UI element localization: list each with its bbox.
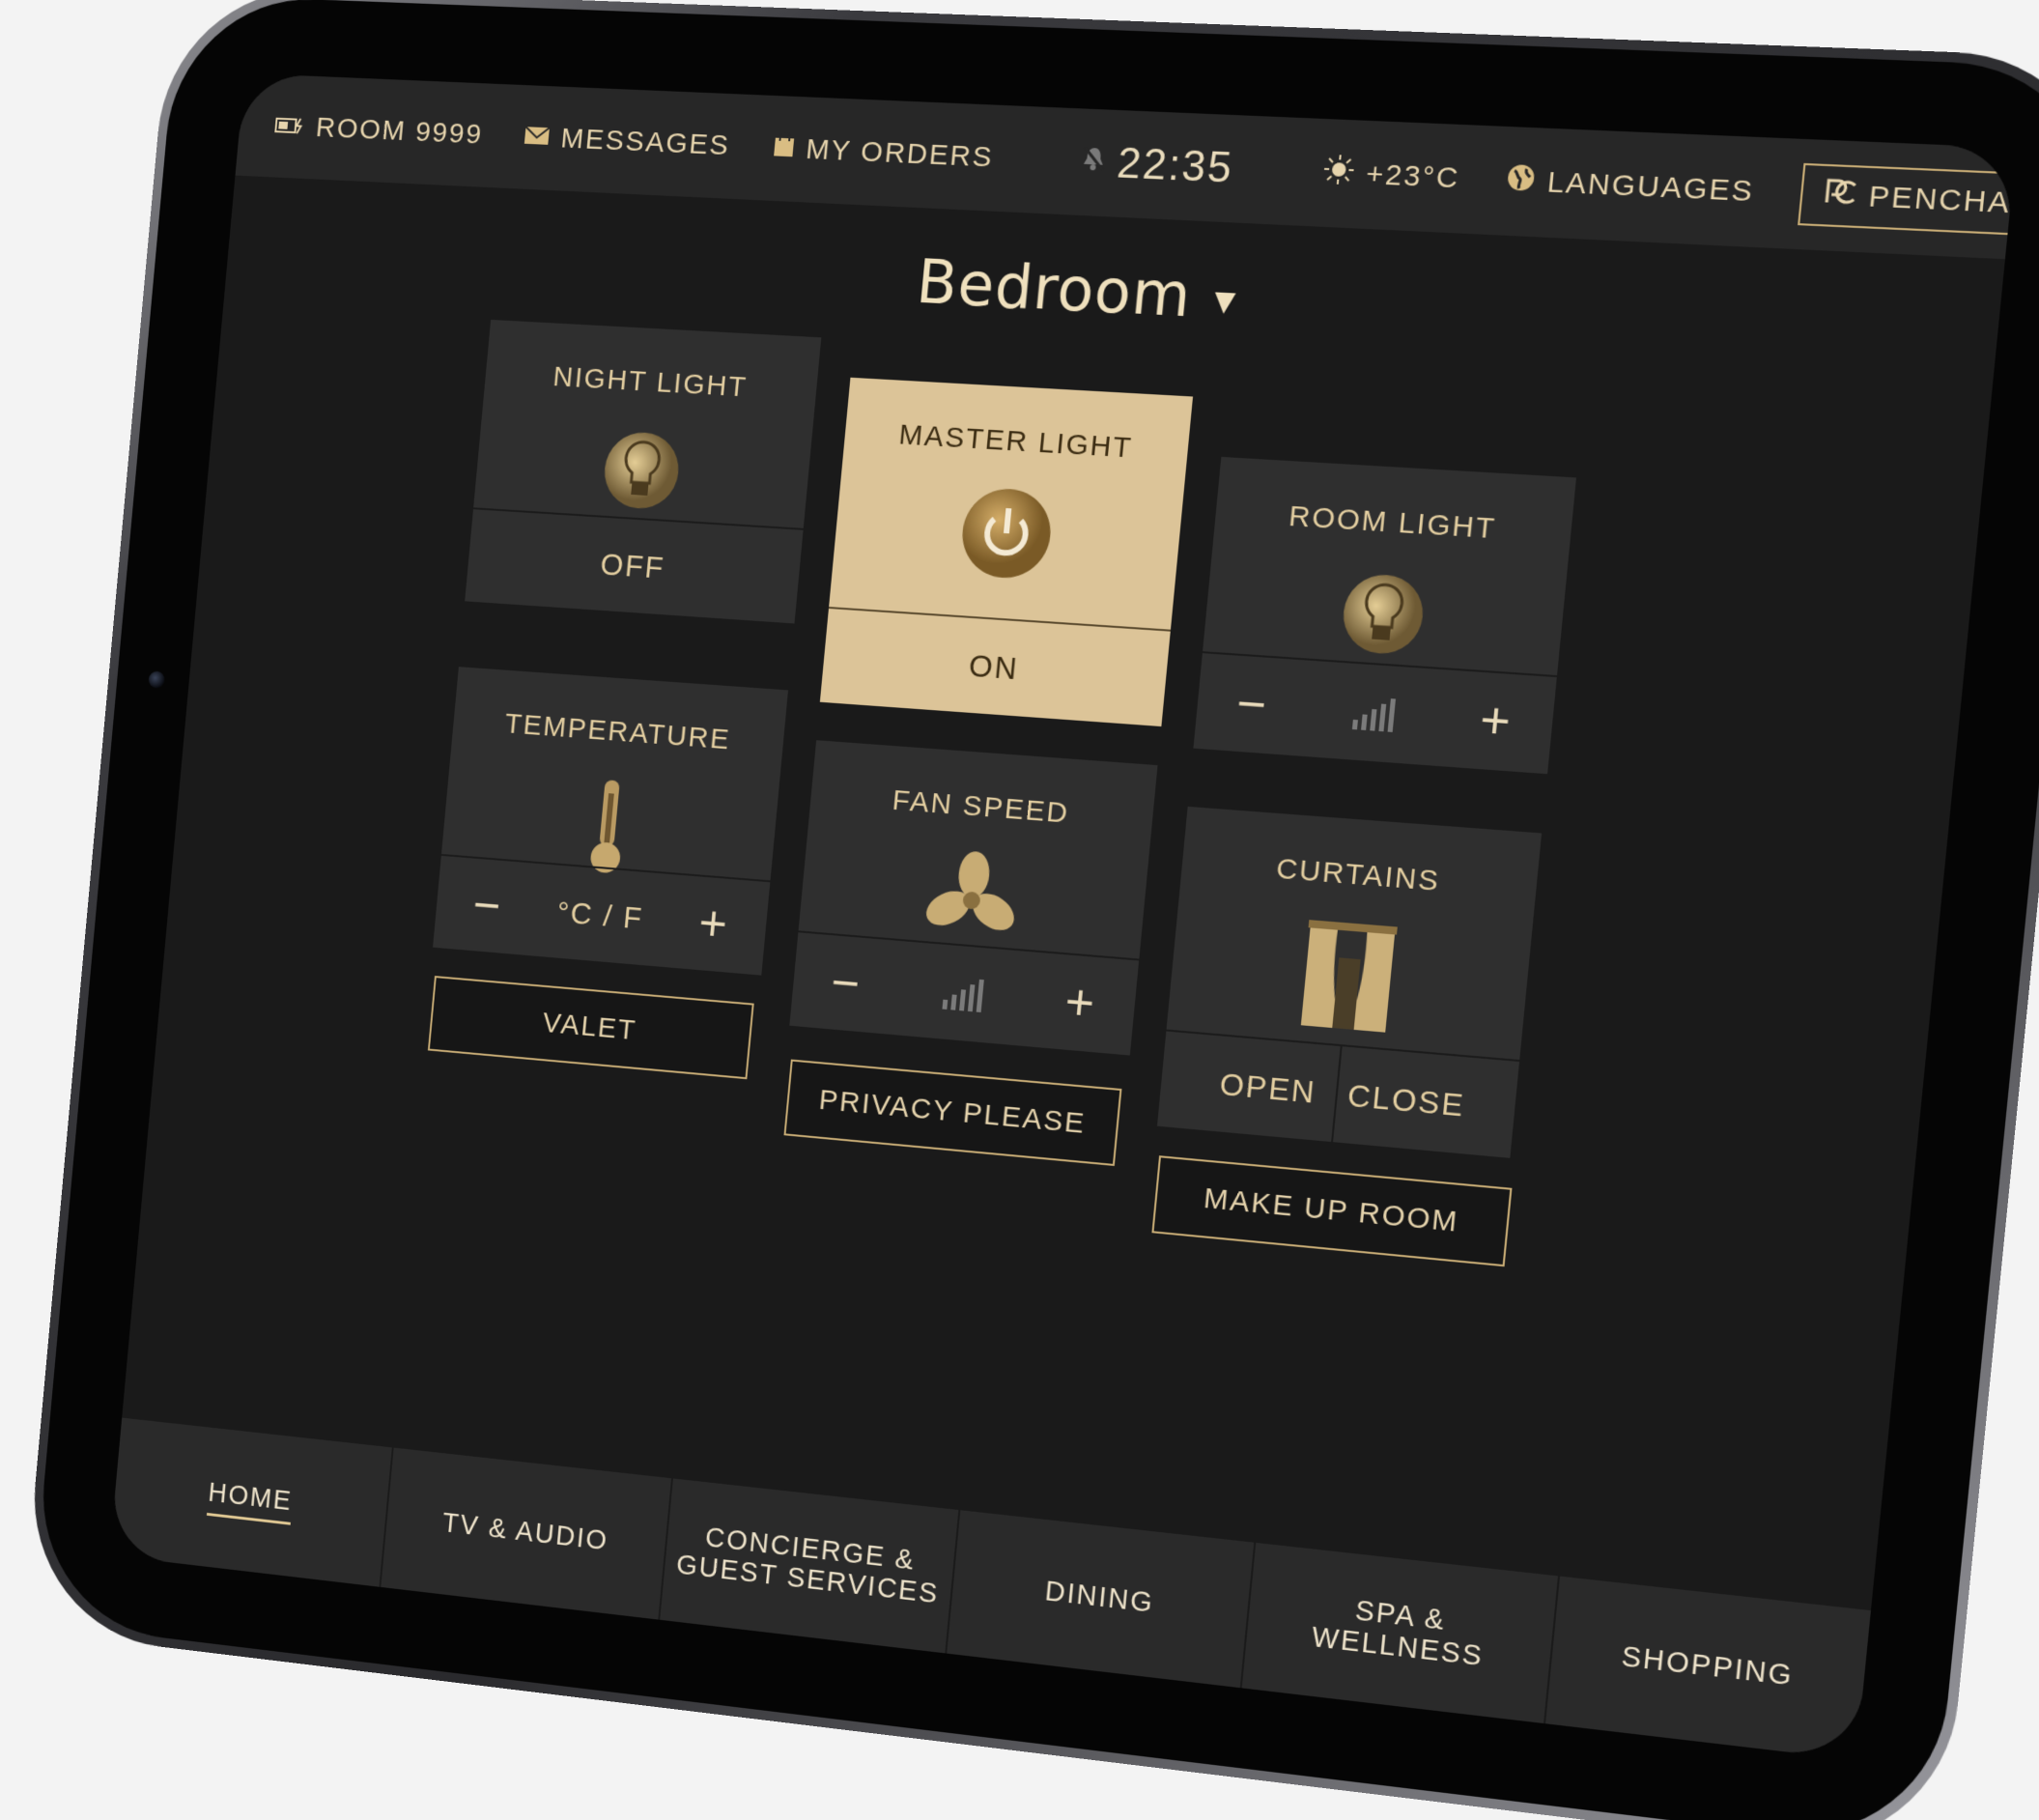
master-light-state: ON (819, 607, 1171, 727)
valet-button[interactable]: VALET (427, 976, 754, 1080)
penchat-logo-icon (1822, 176, 1860, 215)
sun-icon (1321, 154, 1356, 194)
tab-tv-audio-label: TV & AUDIO (440, 1507, 610, 1557)
curtains-close-button[interactable]: CLOSE (1331, 1046, 1480, 1155)
fan-speed-controls: − + (789, 930, 1140, 1056)
room-indicator: ROOM 9999 (273, 110, 484, 152)
make-up-room-label: MAKE UP ROOM (1202, 1181, 1460, 1238)
bulb-icon (1334, 564, 1432, 673)
messages-label: MESSAGES (559, 122, 732, 162)
weather: +23°C (1321, 154, 1461, 199)
tile-label: CURTAINS (1274, 852, 1442, 898)
signal-bars-icon (941, 975, 984, 1012)
fan-speed-tile[interactable]: FAN SPEED − + (789, 740, 1158, 1056)
chevron-down-icon: ▼ (1212, 284, 1238, 319)
tab-home-label: HOME (206, 1477, 294, 1526)
tab-dining-label: DINING (1043, 1576, 1156, 1620)
night-light-tile[interactable]: NIGHT LIGHT OFF (465, 319, 822, 624)
curtains-icon (1288, 915, 1407, 1046)
penchat-button[interactable]: PENCHAT (1798, 162, 2017, 238)
privacy-please-button[interactable]: PRIVACY PLEASE (783, 1059, 1122, 1167)
power-icon (954, 482, 1059, 589)
master-light-tile[interactable]: MASTER LIGHT ON (819, 377, 1194, 727)
curtains-tile[interactable]: CURTAINS OPEN CLOSE (1156, 806, 1543, 1158)
temp-unit-toggle[interactable]: °C / F (555, 895, 644, 936)
battery-icon (273, 110, 306, 143)
signal-bars-icon (1351, 694, 1396, 732)
tablet-bezel: ROOM 9999 MESSAGES MY ORDERS 22:35 +23°C… (31, 0, 2039, 1820)
valet-label: VALET (541, 1007, 638, 1047)
tab-concierge[interactable]: CONCIERGE & GUEST SERVICES (658, 1478, 959, 1654)
tile-label: ROOM LIGHT (1287, 499, 1498, 546)
screen: ROOM 9999 MESSAGES MY ORDERS 22:35 +23°C… (109, 72, 2017, 1760)
penchat-label: PENCHAT (1867, 180, 2017, 221)
my-orders-link[interactable]: MY ORDERS (771, 132, 995, 175)
room-light-tile[interactable]: ROOM LIGHT − + (1193, 456, 1576, 775)
clock: 22:35 (1079, 138, 1236, 193)
my-orders-label: MY ORDERS (804, 133, 995, 174)
fan-down-button[interactable]: − (829, 953, 864, 1013)
tile-label: FAN SPEED (891, 783, 1071, 830)
dim-up-button[interactable]: + (1477, 691, 1515, 752)
tab-shopping[interactable]: SHOPPING (1543, 1576, 1871, 1760)
messages-link[interactable]: MESSAGES (523, 121, 731, 162)
fan-up-button[interactable]: + (1062, 973, 1099, 1034)
bulb-icon (595, 423, 687, 527)
room-light-dimmer: − + (1193, 651, 1558, 775)
tile-label: TEMPERATURE (503, 707, 732, 756)
tab-concierge-label: CONCIERGE & GUEST SERVICES (675, 1521, 944, 1611)
envelope-icon (523, 121, 551, 154)
curtains-open-button[interactable]: OPEN (1196, 1035, 1341, 1142)
make-up-room-button[interactable]: MAKE UP ROOM (1151, 1155, 1513, 1267)
room-name: Bedroom (914, 246, 1195, 331)
tile-label: NIGHT LIGHT (552, 360, 750, 404)
tab-spa-label: SPA & WELLNESS (1311, 1592, 1488, 1674)
languages-button[interactable]: LANGUAGES (1504, 162, 1756, 212)
tab-home[interactable]: HOME (109, 1418, 392, 1587)
dim-down-button[interactable]: − (1233, 674, 1271, 735)
weather-temp: +23°C (1364, 157, 1461, 195)
night-light-state: OFF (465, 507, 804, 624)
clock-time: 22:35 (1115, 139, 1236, 192)
bottom-nav: HOME TV & AUDIO CONCIERGE & GUEST SERVIC… (109, 1417, 1871, 1760)
state-label: ON (967, 647, 1021, 686)
state-label: OFF (599, 546, 666, 585)
temp-up-button[interactable]: + (696, 895, 731, 953)
bag-icon (771, 132, 796, 166)
temperature-controls: − °C / F + (433, 853, 771, 976)
temp-down-button[interactable]: − (470, 876, 505, 935)
privacy-please-label: PRIVACY PLEASE (817, 1084, 1088, 1140)
front-camera (148, 670, 166, 689)
globe-icon (1504, 162, 1538, 201)
curtains-controls: OPEN CLOSE (1156, 1029, 1520, 1158)
stage: ROOM 9999 MESSAGES MY ORDERS 22:35 +23°C… (0, 0, 2039, 1820)
bell-off-icon (1079, 145, 1107, 181)
tab-shopping-label: SHOPPING (1620, 1640, 1796, 1692)
fan-icon (920, 847, 1024, 955)
tab-tv-audio[interactable]: TV & AUDIO (379, 1447, 672, 1620)
tab-dining[interactable]: DINING (945, 1510, 1255, 1689)
room-number: ROOM 9999 (314, 111, 485, 151)
temperature-tile[interactable]: TEMPERATURE − °C / F + (433, 667, 789, 976)
languages-label: LANGUAGES (1545, 165, 1756, 209)
tab-spa[interactable]: SPA & WELLNESS (1239, 1542, 1558, 1724)
tablet-device: ROOM 9999 MESSAGES MY ORDERS 22:35 +23°C… (21, 0, 2039, 1820)
tile-label: MASTER LIGHT (897, 418, 1135, 465)
